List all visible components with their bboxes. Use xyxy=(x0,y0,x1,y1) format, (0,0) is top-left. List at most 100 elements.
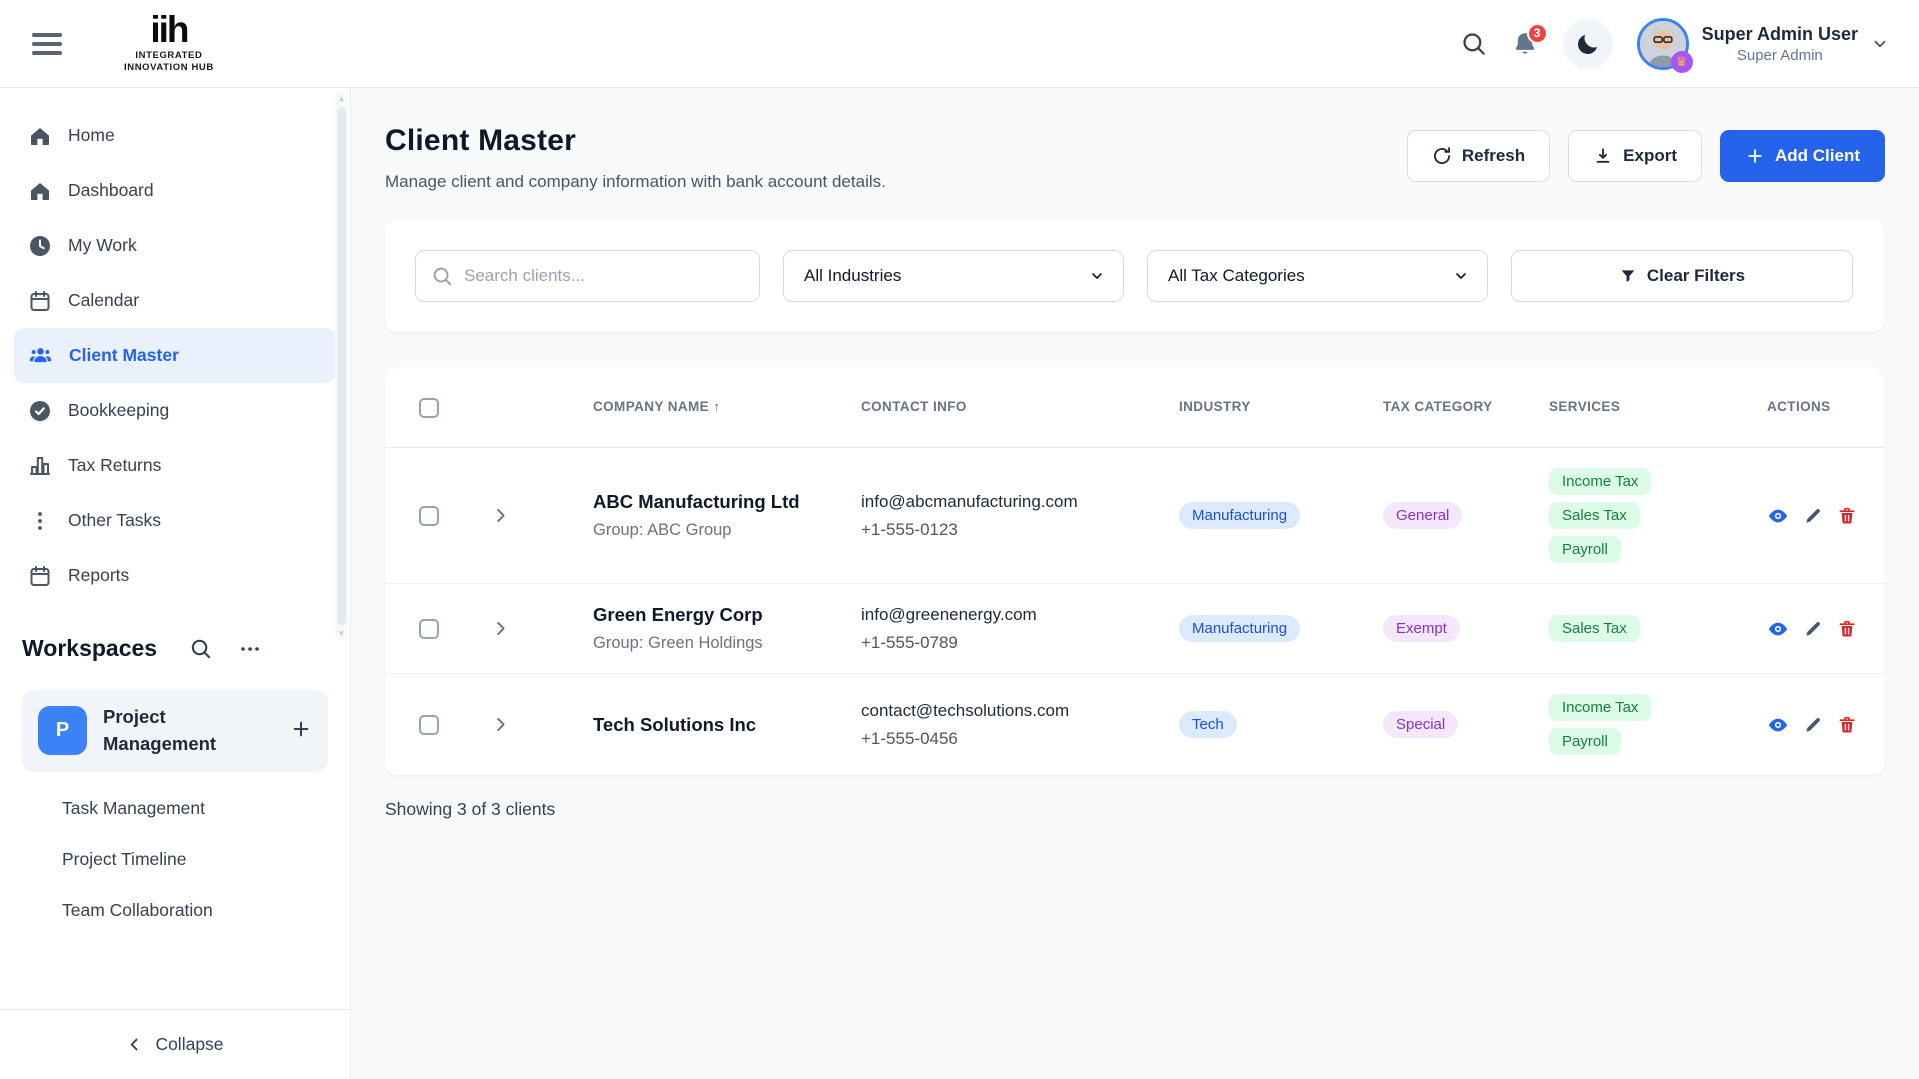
plus-icon xyxy=(1745,146,1765,166)
sidebar-item-tax-returns[interactable]: Tax Returns xyxy=(14,438,336,493)
eye-icon xyxy=(1767,714,1789,736)
crown-badge-icon: ♛ xyxy=(1671,51,1693,73)
company-name: Green Energy Corp xyxy=(593,604,825,626)
row-checkbox[interactable] xyxy=(419,715,439,735)
search-clients-input[interactable] xyxy=(415,250,760,302)
column-header-services[interactable]: Services xyxy=(1513,397,1731,418)
export-button[interactable]: Export xyxy=(1568,130,1702,182)
sidebar-item-other-tasks[interactable]: Other Tasks xyxy=(14,493,336,548)
dark-mode-toggle[interactable] xyxy=(1563,19,1613,69)
clear-filters-button[interactable]: Clear Filters xyxy=(1511,250,1853,302)
tax-category-badge: General xyxy=(1383,502,1462,529)
trash-icon xyxy=(1837,619,1857,639)
service-badge: Income Tax xyxy=(1549,694,1651,721)
column-header-industry[interactable]: Industry xyxy=(1143,397,1347,418)
workspace-avatar: P xyxy=(38,706,87,755)
column-header-company[interactable]: Company Name ↑ xyxy=(557,397,825,418)
logo-caption: INTEGRATED INNOVATION HUB xyxy=(124,50,214,74)
add-client-button[interactable]: Add Client xyxy=(1720,130,1885,182)
workspace-item-project-management[interactable]: P Project Management xyxy=(22,690,328,772)
delete-client-button[interactable] xyxy=(1837,506,1857,526)
industry-badge: Manufacturing xyxy=(1179,615,1300,642)
table-row: Green Energy Corp Group: Green Holdings … xyxy=(385,584,1885,674)
calendar-icon xyxy=(28,289,52,313)
delete-client-button[interactable] xyxy=(1837,715,1857,735)
menu-toggle-icon[interactable] xyxy=(32,33,62,55)
expand-row-button[interactable] xyxy=(489,617,512,640)
sidebar-item-client-master[interactable]: Client Master xyxy=(14,328,336,383)
pencil-icon xyxy=(1803,619,1823,639)
filter-bar: All Industries All Tax Categories Clear … xyxy=(385,220,1885,332)
sidebar-item-bookkeeping[interactable]: Bookkeeping xyxy=(14,383,336,438)
home-icon xyxy=(28,124,52,148)
refresh-button[interactable]: Refresh xyxy=(1407,130,1550,182)
global-search-button[interactable] xyxy=(1460,30,1487,57)
home-icon xyxy=(28,179,52,203)
scroll-down-arrow[interactable]: ▼ xyxy=(335,629,348,638)
page-title: Client Master xyxy=(385,124,886,158)
view-client-button[interactable] xyxy=(1767,618,1789,640)
add-workspace-button[interactable] xyxy=(290,718,312,743)
sidebar-item-reports[interactable]: Reports xyxy=(14,548,336,603)
edit-client-button[interactable] xyxy=(1803,506,1823,526)
ellipsis-icon xyxy=(238,637,262,661)
trash-icon xyxy=(1837,506,1857,526)
service-badge: Payroll xyxy=(1549,728,1621,755)
scroll-up-arrow[interactable]: ▲ xyxy=(335,94,348,103)
industry-filter-select[interactable]: All Industries xyxy=(783,250,1124,302)
tax-category-badge: Special xyxy=(1383,711,1458,738)
sidebar-item-dashboard[interactable]: Dashboard xyxy=(14,163,336,218)
workspace-more-button[interactable] xyxy=(238,637,262,661)
tax-category-filter-select[interactable]: All Tax Categories xyxy=(1147,250,1488,302)
workspaces-title: Workspaces xyxy=(22,635,157,662)
company-name: ABC Manufacturing Ltd xyxy=(593,491,825,513)
row-checkbox[interactable] xyxy=(419,506,439,526)
service-badge: Sales Tax xyxy=(1549,615,1640,642)
contact-phone: +1-555-0123 xyxy=(861,520,1143,540)
workspace-link-project-timeline[interactable]: Project Timeline xyxy=(62,849,328,870)
collapse-sidebar-button[interactable]: Collapse xyxy=(0,1009,350,1079)
expand-row-button[interactable] xyxy=(489,713,512,736)
column-header-contact[interactable]: Contact Info xyxy=(825,397,1143,418)
pencil-icon xyxy=(1803,506,1823,526)
scrollbar-thumb[interactable] xyxy=(337,107,346,625)
clock-icon xyxy=(28,234,52,258)
workspace-link-team-collaboration[interactable]: Team Collaboration xyxy=(62,900,328,921)
column-header-tax-category[interactable]: Tax Category xyxy=(1347,397,1513,418)
filter-icon xyxy=(1619,267,1637,285)
sidebar-scrollbar[interactable]: ▲ ▼ xyxy=(335,92,348,640)
expand-row-button[interactable] xyxy=(489,504,512,527)
sort-asc-icon: ↑ xyxy=(713,399,720,414)
eye-icon xyxy=(1767,505,1789,527)
workspace-link-task-management[interactable]: Task Management xyxy=(62,798,328,819)
workspace-name: Project Management xyxy=(103,704,253,758)
contact-email: info@greenenergy.com xyxy=(861,605,1143,625)
clients-table: Company Name ↑ Contact Info Industry Tax… xyxy=(385,368,1885,775)
select-all-checkbox[interactable] xyxy=(419,398,439,418)
notifications-button[interactable]: 3 xyxy=(1511,30,1539,58)
users-icon xyxy=(28,343,53,368)
refresh-icon xyxy=(1432,146,1452,166)
view-client-button[interactable] xyxy=(1767,505,1789,527)
edit-client-button[interactable] xyxy=(1803,619,1823,639)
notification-count-badge: 3 xyxy=(1527,23,1548,44)
contact-email: contact@techsolutions.com xyxy=(861,701,1143,721)
check-circle-icon xyxy=(28,399,52,423)
workspace-search-button[interactable] xyxy=(189,637,212,660)
tax-category-badge: Exempt xyxy=(1383,615,1460,642)
sidebar: Home Dashboard My Work Calendar Client M… xyxy=(0,88,351,1079)
logo-mark: iih xyxy=(150,13,187,46)
search-icon xyxy=(1460,30,1487,57)
contact-phone: +1-555-0789 xyxy=(861,633,1143,653)
sidebar-item-calendar[interactable]: Calendar xyxy=(14,273,336,328)
edit-client-button[interactable] xyxy=(1803,715,1823,735)
search-icon xyxy=(189,637,212,660)
delete-client-button[interactable] xyxy=(1837,619,1857,639)
row-checkbox[interactable] xyxy=(419,619,439,639)
table-header-row: Company Name ↑ Contact Info Industry Tax… xyxy=(385,368,1885,448)
user-menu[interactable]: ♛ Super Admin User Super Admin xyxy=(1637,18,1889,70)
view-client-button[interactable] xyxy=(1767,714,1789,736)
sidebar-item-home[interactable]: Home xyxy=(14,108,336,163)
sidebar-item-my-work[interactable]: My Work xyxy=(14,218,336,273)
chevron-right-icon xyxy=(491,506,510,525)
